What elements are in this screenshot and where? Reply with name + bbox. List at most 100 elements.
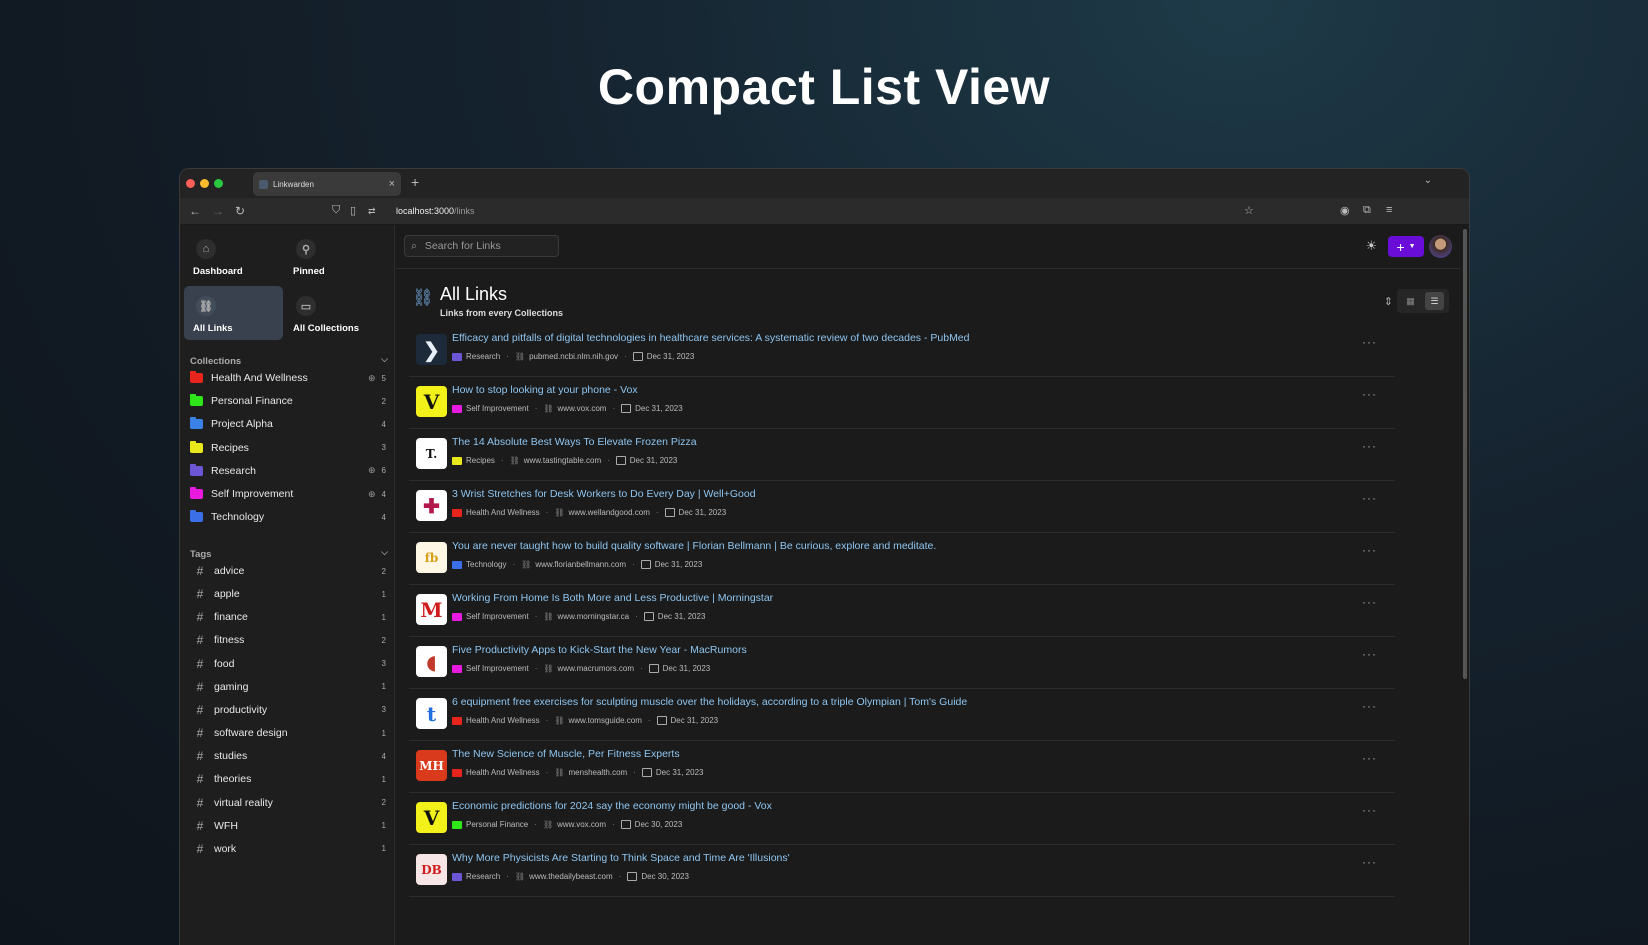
link-collection[interactable]: Health And Wellness [466, 716, 540, 725]
link-domain[interactable]: www.vox.com [558, 404, 607, 413]
sidebar-collection-item[interactable]: Personal Finance 2 [190, 391, 386, 411]
link-collection[interactable]: Recipes [466, 456, 495, 465]
sidebar-tile-dashboard[interactable]: ⌂ Dashboard [184, 229, 283, 283]
permissions-icon[interactable]: ⇄ [368, 206, 376, 217]
add-link-button[interactable]: + ▼ [1388, 236, 1424, 257]
link-title[interactable]: Five Productivity Apps to Kick-Start the… [452, 644, 747, 656]
link-row[interactable]: ✚ 3 Wrist Stretches for Desk Workers to D… [409, 481, 1395, 533]
link-collection[interactable]: Self Improvement [466, 404, 529, 413]
link-row[interactable]: V Economic predictions for 2024 say the e… [409, 793, 1395, 845]
forward-icon[interactable]: → [212, 204, 224, 218]
link-title[interactable]: The New Science of Muscle, Per Fitness E… [452, 748, 680, 760]
sidebar-collection-item[interactable]: Recipes 3 [190, 438, 386, 458]
link-title[interactable]: Efficacy and pitfalls of digital technol… [452, 332, 970, 344]
close-tab-icon[interactable]: × [389, 178, 395, 190]
link-collection[interactable]: Research [466, 352, 500, 361]
more-options-icon[interactable]: ··· [1362, 439, 1377, 453]
link-domain[interactable]: www.tomsguide.com [569, 716, 642, 725]
sidebar-tag-item[interactable]: # WFH 1 [190, 816, 386, 836]
sidebar-tag-item[interactable]: # virtual reality 2 [190, 793, 386, 813]
link-row[interactable]: T. The 14 Absolute Best Ways To Elevate F… [409, 429, 1395, 481]
more-options-icon[interactable]: ··· [1362, 751, 1377, 765]
close-window-button[interactable] [186, 179, 195, 188]
sidebar-tag-item[interactable]: # apple 1 [190, 584, 386, 604]
sidebar-tag-item[interactable]: # software design 1 [190, 723, 386, 743]
link-domain[interactable]: www.florianbellmann.com [535, 560, 626, 569]
link-title[interactable]: Why More Physicists Are Starting to Thin… [452, 852, 790, 864]
scrollbar[interactable] [1461, 225, 1469, 945]
sidebar-tile-all-collections[interactable]: ▭ All Collections [284, 286, 383, 340]
avatar[interactable] [1429, 235, 1452, 258]
link-row[interactable]: ❯ Efficacy and pitfalls of digital techno… [409, 325, 1395, 377]
shield-icon[interactable]: ⛉ [332, 204, 340, 217]
list-view-icon[interactable]: ☰ [1425, 292, 1444, 310]
account-icon[interactable]: ◉ [1340, 204, 1350, 217]
search-input[interactable]: ⌕ Search for Links [404, 235, 559, 257]
more-options-icon[interactable]: ··· [1362, 595, 1377, 609]
link-row[interactable]: DB Why More Physicists Are Starting to Th… [409, 845, 1395, 897]
link-row[interactable]: MH The New Science of Muscle, Per Fitness… [409, 741, 1395, 793]
link-title[interactable]: Working From Home Is Both More and Less … [452, 592, 773, 604]
link-domain[interactable]: www.thedailybeast.com [529, 872, 613, 881]
link-domain[interactable]: pubmed.ncbi.nlm.nih.gov [529, 352, 618, 361]
link-collection[interactable]: Health And Wellness [466, 768, 540, 777]
link-domain[interactable]: www.vox.com [557, 820, 606, 829]
link-collection[interactable]: Health And Wellness [466, 508, 540, 517]
link-title[interactable]: You are never taught how to build qualit… [452, 540, 936, 552]
tags-heading[interactable]: Tags ⌵ [190, 547, 388, 560]
sidebar-tag-item[interactable]: # studies 4 [190, 746, 386, 766]
sidebar-tag-item[interactable]: # finance 1 [190, 607, 386, 627]
link-collection[interactable]: Self Improvement [466, 664, 529, 673]
more-options-icon[interactable]: ··· [1362, 387, 1377, 401]
link-domain[interactable]: www.tastingtable.com [524, 456, 601, 465]
theme-toggle-icon[interactable]: ☀ [1365, 238, 1377, 254]
link-collection[interactable]: Self Improvement [466, 612, 529, 621]
sidebar-tag-item[interactable]: # theories 1 [190, 769, 386, 789]
link-title[interactable]: 6 equipment free exercises for sculpting… [452, 696, 967, 708]
more-options-icon[interactable]: ··· [1362, 855, 1377, 869]
sidebar-tag-item[interactable]: # productivity 3 [190, 700, 386, 720]
link-domain[interactable]: menshealth.com [569, 768, 628, 777]
more-options-icon[interactable]: ··· [1362, 335, 1377, 349]
sidebar-collection-item[interactable]: Project Alpha 4 [190, 414, 386, 434]
more-options-icon[interactable]: ··· [1362, 491, 1377, 505]
collections-heading[interactable]: Collections ⌵ [190, 354, 388, 367]
link-domain[interactable]: www.macrumors.com [558, 664, 634, 673]
reload-icon[interactable]: ↻ [235, 204, 245, 218]
link-row[interactable]: M Working From Home Is Both More and Less… [409, 585, 1395, 637]
sidebar-tag-item[interactable]: # fitness 2 [190, 630, 386, 650]
new-tab-icon[interactable]: + [411, 174, 419, 190]
link-title[interactable]: 3 Wrist Stretches for Desk Workers to Do… [452, 488, 756, 500]
sidebar-tag-item[interactable]: # advice 2 [190, 561, 386, 581]
chevron-down-icon[interactable]: ⌵ [381, 547, 388, 558]
link-row[interactable]: t 6 equipment free exercises for sculptin… [409, 689, 1395, 741]
browser-tab[interactable]: Linkwarden × [253, 172, 401, 196]
more-options-icon[interactable]: ··· [1362, 543, 1377, 557]
sidebar-collection-item[interactable]: Health And Wellness ⊕ 5 [190, 368, 386, 388]
link-collection[interactable]: Research [466, 872, 500, 881]
more-options-icon[interactable]: ··· [1362, 699, 1377, 713]
sidebar-tile-pinned[interactable]: ⚲ Pinned [284, 229, 383, 283]
page-icon[interactable]: ▯ [350, 204, 356, 217]
more-options-icon[interactable]: ··· [1362, 647, 1377, 661]
chevron-down-icon[interactable]: ⌄ [1424, 175, 1432, 186]
sort-icon[interactable]: ⇕ [1384, 295, 1393, 308]
link-row[interactable]: V How to stop looking at your phone - Vox… [409, 377, 1395, 429]
link-row[interactable]: ◖ Five Productivity Apps to Kick-Start th… [409, 637, 1395, 689]
link-title[interactable]: The 14 Absolute Best Ways To Elevate Fro… [452, 436, 697, 448]
sidebar-tag-item[interactable]: # gaming 1 [190, 677, 386, 697]
sidebar-collection-item[interactable]: Research ⊕ 6 [190, 461, 386, 481]
link-collection[interactable]: Technology [466, 560, 506, 569]
more-options-icon[interactable]: ··· [1362, 803, 1377, 817]
sidebar-collection-item[interactable]: Technology 4 [190, 507, 386, 527]
sidebar-collection-item[interactable]: Self Improvement ⊕ 4 [190, 484, 386, 504]
menu-icon[interactable]: ≡ [1386, 204, 1392, 216]
link-domain[interactable]: www.morningstar.ca [558, 612, 630, 621]
scrollbar-thumb[interactable] [1463, 229, 1467, 679]
bookmark-star-icon[interactable]: ☆ [1244, 204, 1254, 217]
minimize-window-button[interactable] [200, 179, 209, 188]
extensions-icon[interactable]: ⧉ [1363, 204, 1371, 217]
link-title[interactable]: How to stop looking at your phone - Vox [452, 384, 638, 396]
url-field[interactable]: localhost:3000/links [396, 206, 475, 216]
link-collection[interactable]: Personal Finance [466, 820, 528, 829]
